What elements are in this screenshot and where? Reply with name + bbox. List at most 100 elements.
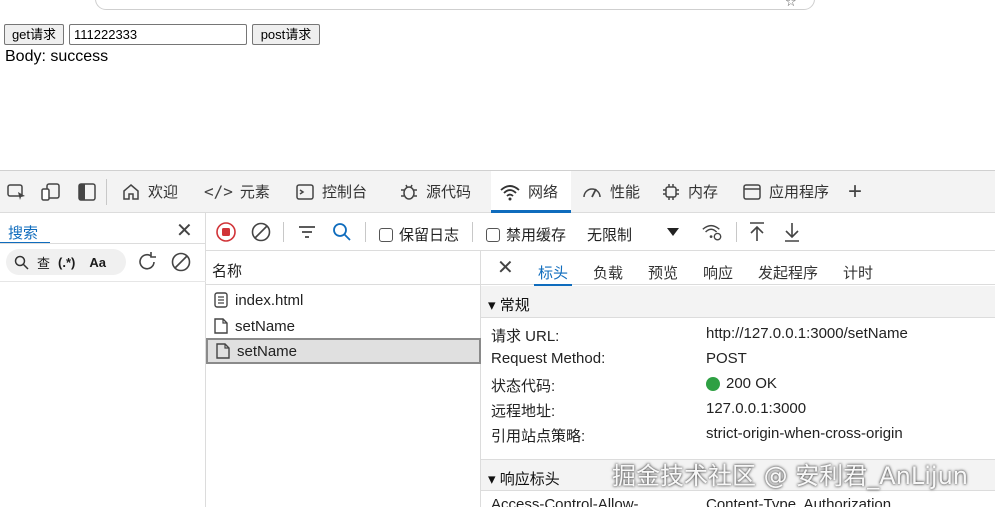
request-row-selected[interactable]: setName <box>206 338 481 364</box>
request-row[interactable]: setName <box>206 313 481 339</box>
tab-memory[interactable]: 内存 <box>653 171 726 212</box>
checkbox-box[interactable] <box>379 227 393 242</box>
preserve-log-checkbox[interactable]: 保留日志 <box>379 224 459 245</box>
tab-welcome[interactable]: 欢迎 <box>113 171 186 212</box>
general-section-header[interactable]: ▾ 常规 <box>481 286 995 318</box>
import-har-icon[interactable] <box>746 221 768 243</box>
tab-label: 控制台 <box>322 184 368 201</box>
case-sensitive-toggle[interactable]: Aa <box>89 255 106 270</box>
tab-performance[interactable]: 性能 <box>573 171 648 212</box>
header-value: POST <box>706 350 747 367</box>
device-emulation-icon[interactable] <box>40 181 62 203</box>
general-row: 远程地址: 127.0.0.1:3000 <box>481 397 995 422</box>
close-icon[interactable]: ✕ <box>497 255 514 280</box>
throttle-select[interactable]: 无限制 <box>587 224 632 245</box>
search-icon[interactable] <box>331 221 353 243</box>
disable-cache-checkbox[interactable]: 禁用缓存 <box>486 224 566 245</box>
tab-sources[interactable]: 源代码 <box>391 171 479 212</box>
toolbar-divider <box>736 222 737 242</box>
request-row[interactable]: index.html <box>206 287 481 313</box>
header-value: Content-Type, Authorization <box>706 496 892 507</box>
document-lines-icon <box>214 292 228 308</box>
general-row: Request Method: POST <box>481 347 995 372</box>
tab-timing[interactable]: 计时 <box>843 251 873 285</box>
header-key: 状态代码: <box>491 378 556 395</box>
tab-label: 网络 <box>528 184 559 201</box>
document-icon <box>216 343 230 359</box>
value-input[interactable] <box>69 24 247 45</box>
tab-label: 欢迎 <box>148 184 179 201</box>
tab-console[interactable]: 控制台 <box>287 171 375 212</box>
clear-icon[interactable] <box>170 251 192 278</box>
dock-side-icon[interactable] <box>76 181 98 203</box>
star-icon[interactable]: ☆ <box>785 0 797 10</box>
gauge-icon <box>583 187 601 197</box>
tab-preview[interactable]: 预览 <box>648 251 678 285</box>
tab-elements[interactable]: </> 元素 <box>196 171 278 212</box>
general-row: 请求 URL: http://127.0.0.1:3000/setName <box>481 322 995 347</box>
chip-icon <box>663 183 679 200</box>
tab-payload[interactable]: 负载 <box>593 251 623 285</box>
regex-toggle[interactable]: (.*) <box>58 255 75 270</box>
header-key: Request Method: <box>491 350 606 367</box>
record-icon[interactable] <box>215 221 237 243</box>
request-list: 名称 index.html setName setName <box>206 251 481 507</box>
tab-label: 源代码 <box>426 184 472 201</box>
bug-icon <box>401 184 417 200</box>
address-bar[interactable] <box>95 0 815 10</box>
divider <box>0 243 206 244</box>
add-tab-button[interactable]: + <box>840 171 870 212</box>
network-toolbar: 保留日志 禁用缓存 无限制 <box>206 213 995 251</box>
page-content: get请求 post请求 Body: success <box>0 12 995 170</box>
header-key: 远程地址: <box>491 403 556 420</box>
chevron-down-icon[interactable] <box>662 221 684 243</box>
tab-headers[interactable]: 标头 <box>533 251 573 286</box>
refresh-icon[interactable] <box>136 251 158 278</box>
request-name: setName <box>237 342 298 360</box>
tab-network[interactable]: 网络 <box>491 171 571 213</box>
general-row: 状态代码: 200 OK <box>481 372 995 397</box>
name-column-header[interactable]: 名称 <box>206 251 481 285</box>
code-icon: </> <box>204 182 233 201</box>
details-tab-bar: ✕ 标头 负载 预览 响应 发起程序 计时 <box>481 251 995 286</box>
tab-application[interactable]: 应用程序 <box>734 171 837 212</box>
header-key: Access-Control-Allow- <box>491 496 639 507</box>
search-input[interactable]: 查 (.*) Aa <box>6 249 126 275</box>
checkbox-label: 保留日志 <box>399 227 460 244</box>
header-key: 请求 URL: <box>491 328 560 345</box>
watermark-text: 掘金技术社区 @ 安利君_AnLijun <box>612 462 969 490</box>
document-icon <box>214 318 228 334</box>
search-icon <box>14 255 29 270</box>
home-icon <box>123 183 139 200</box>
toolbar-divider <box>283 222 284 242</box>
general-row: 引用站点策略: strict-origin-when-cross-origin <box>481 422 995 447</box>
app-window-icon <box>743 183 761 200</box>
browser-address-strip: ☆ <box>0 0 995 12</box>
throttle-value: 无限制 <box>587 227 633 244</box>
inspect-icon[interactable] <box>6 181 28 203</box>
tab-response[interactable]: 响应 <box>703 251 733 285</box>
filter-icon[interactable] <box>296 221 318 243</box>
status-ok-icon <box>706 376 720 391</box>
checkbox-box[interactable] <box>486 227 500 242</box>
tab-label: 性能 <box>610 184 641 201</box>
tab-label: 内存 <box>688 184 719 201</box>
header-value: 127.0.0.1:3000 <box>706 400 807 417</box>
tab-search[interactable]: 搜索 <box>0 213 50 244</box>
close-icon[interactable]: ✕ <box>176 218 193 243</box>
clear-log-icon[interactable] <box>250 221 272 243</box>
tab-initiator[interactable]: 发起程序 <box>758 251 818 285</box>
toolbar-divider <box>365 222 366 242</box>
get-request-button[interactable]: get请求 <box>4 24 64 45</box>
response-body-text: Body: success <box>5 48 109 65</box>
post-request-button[interactable]: post请求 <box>252 24 320 45</box>
tab-label: 应用程序 <box>769 184 830 201</box>
wifi-icon <box>500 184 520 200</box>
match-case-toggle[interactable]: 查 <box>37 253 50 272</box>
status-code-text: 200 OK <box>726 375 777 392</box>
header-value: strict-origin-when-cross-origin <box>706 425 903 442</box>
export-har-icon[interactable] <box>781 221 803 243</box>
network-conditions-icon[interactable] <box>701 221 723 243</box>
search-panel: 搜索 ✕ 查 (.*) Aa <box>0 213 206 507</box>
tab-label: 元素 <box>239 184 270 201</box>
